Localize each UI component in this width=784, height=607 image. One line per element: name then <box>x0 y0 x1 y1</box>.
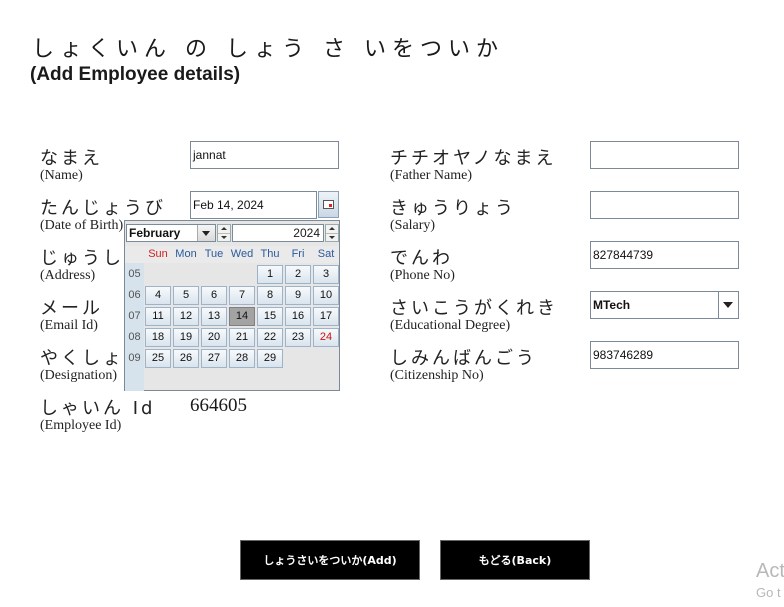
calendar-day-17[interactable]: 17 <box>313 307 339 326</box>
calendar-day-16[interactable]: 16 <box>285 307 311 326</box>
week-number: 06 <box>128 289 141 301</box>
calendar-day-21[interactable]: 21 <box>229 328 255 347</box>
citizenship-label-en: (Citizenship No) <box>390 368 484 383</box>
date-picker-popup: February 2024 Sun Mon Tue Wed Thu Fri Sat 05 1 2 3… <box>124 220 340 391</box>
father-name-input[interactable] <box>590 141 739 169</box>
calendar-day-12[interactable]: 12 <box>173 307 199 326</box>
education-selected-value: MTech <box>593 298 631 312</box>
employee-id-label-jp: しゃいん Id <box>40 398 156 419</box>
calendar-day-9[interactable]: 9 <box>285 286 311 305</box>
calendar-day-19[interactable]: 19 <box>173 328 199 347</box>
father-name-label-jp: チチオヤノなまえ <box>390 148 557 169</box>
dob-label-en: (Date of Birth) <box>40 218 124 233</box>
weekday-header-tue: Tue <box>204 248 224 260</box>
add-button[interactable]: しょうさいをついか(Add) <box>240 540 420 580</box>
week-number: 07 <box>128 310 141 322</box>
calendar-day-6[interactable]: 6 <box>201 286 227 305</box>
watermark-line1: Act <box>756 560 784 582</box>
calendar-button[interactable] <box>318 191 339 218</box>
page-title-jp: しょくいん の しょう さ いをついか <box>32 37 504 62</box>
page-title-en: (Add Employee details) <box>30 64 241 85</box>
weekday-header-sun: Sun <box>148 248 168 260</box>
year-input[interactable]: 2024 <box>232 224 324 242</box>
week-number: 08 <box>128 331 141 343</box>
calendar-day-1[interactable]: 1 <box>257 265 283 284</box>
employee-id-label-en: (Employee Id) <box>40 418 122 433</box>
education-select[interactable]: MTech <box>590 291 739 319</box>
designation-label-en: (Designation) <box>40 368 117 383</box>
calendar-icon <box>323 200 334 209</box>
education-label-jp: さいこうがくれき <box>390 298 558 319</box>
calendar-day-5[interactable]: 5 <box>173 286 199 305</box>
calendar-day-3[interactable]: 3 <box>313 265 339 284</box>
calendar-day-7[interactable]: 7 <box>229 286 255 305</box>
chevron-down-icon[interactable] <box>197 225 215 241</box>
year-spinner[interactable] <box>325 224 339 242</box>
month-value: February <box>129 226 181 240</box>
address-label-jp: じゅうし <box>40 248 124 269</box>
salary-label-en: (Salary) <box>390 218 436 233</box>
month-spinner[interactable] <box>217 224 231 242</box>
name-label-jp: なまえ <box>40 148 103 169</box>
calendar-day-29[interactable]: 29 <box>257 349 283 368</box>
name-input[interactable]: jannat <box>190 141 339 169</box>
week-number: 05 <box>128 268 141 280</box>
education-label-en: (Educational Degree) <box>390 318 511 333</box>
calendar-day-23[interactable]: 23 <box>285 328 311 347</box>
chevron-down-icon[interactable] <box>718 292 738 318</box>
phone-label-jp: でんわ <box>390 248 453 269</box>
calendar-day-27[interactable]: 27 <box>201 349 227 368</box>
calendar-day-25[interactable]: 25 <box>145 349 171 368</box>
email-label-jp: メール <box>40 298 103 319</box>
weekday-header-thu: Thu <box>260 248 280 260</box>
week-number: 09 <box>128 352 141 364</box>
calendar-day-10[interactable]: 10 <box>313 286 339 305</box>
weekday-header-fri: Fri <box>291 248 305 260</box>
month-select[interactable]: February <box>126 224 216 242</box>
citizenship-label-jp: しみんばんごう <box>390 348 537 369</box>
citizenship-input[interactable]: 983746289 <box>590 341 739 369</box>
calendar-day-15[interactable]: 15 <box>257 307 283 326</box>
calendar-day-8[interactable]: 8 <box>257 286 283 305</box>
weekday-header-wed: Wed <box>230 248 254 260</box>
spin-down-icon[interactable] <box>326 233 338 241</box>
phone-label-en: (Phone No) <box>390 268 455 283</box>
watermark-line2: Go t <box>756 585 781 600</box>
employee-id-value: 664605 <box>190 395 247 416</box>
calendar-day-13[interactable]: 13 <box>201 307 227 326</box>
address-label-en: (Address) <box>40 268 96 283</box>
calendar-day-20[interactable]: 20 <box>201 328 227 347</box>
phone-input[interactable]: 827844739 <box>590 241 739 269</box>
calendar-day-22[interactable]: 22 <box>257 328 283 347</box>
weekday-header-sat: Sat <box>317 248 335 260</box>
dob-label-jp: たんじょうび <box>40 198 166 219</box>
calendar-day-18[interactable]: 18 <box>145 328 171 347</box>
designation-label-jp: やくしょ <box>40 348 124 369</box>
back-button[interactable]: もどる(Back) <box>440 540 590 580</box>
calendar-day-26[interactable]: 26 <box>173 349 199 368</box>
weekday-header-mon: Mon <box>175 248 197 260</box>
spin-down-icon[interactable] <box>218 233 230 241</box>
calendar-day-11[interactable]: 11 <box>145 307 171 326</box>
salary-input[interactable] <box>590 191 739 219</box>
salary-label-jp: きゅうりょう <box>390 198 516 219</box>
name-label-en: (Name) <box>40 168 83 183</box>
email-label-en: (Email Id) <box>40 318 98 333</box>
calendar-day-14[interactable]: 14 <box>229 307 255 326</box>
dob-input[interactable]: Feb 14, 2024 <box>190 191 317 219</box>
calendar-day-2[interactable]: 2 <box>285 265 311 284</box>
father-name-label-en: (Father Name) <box>390 168 473 183</box>
calendar-day-24[interactable]: 24 <box>313 328 339 347</box>
calendar-day-4[interactable]: 4 <box>145 286 171 305</box>
calendar-day-28[interactable]: 28 <box>229 349 255 368</box>
